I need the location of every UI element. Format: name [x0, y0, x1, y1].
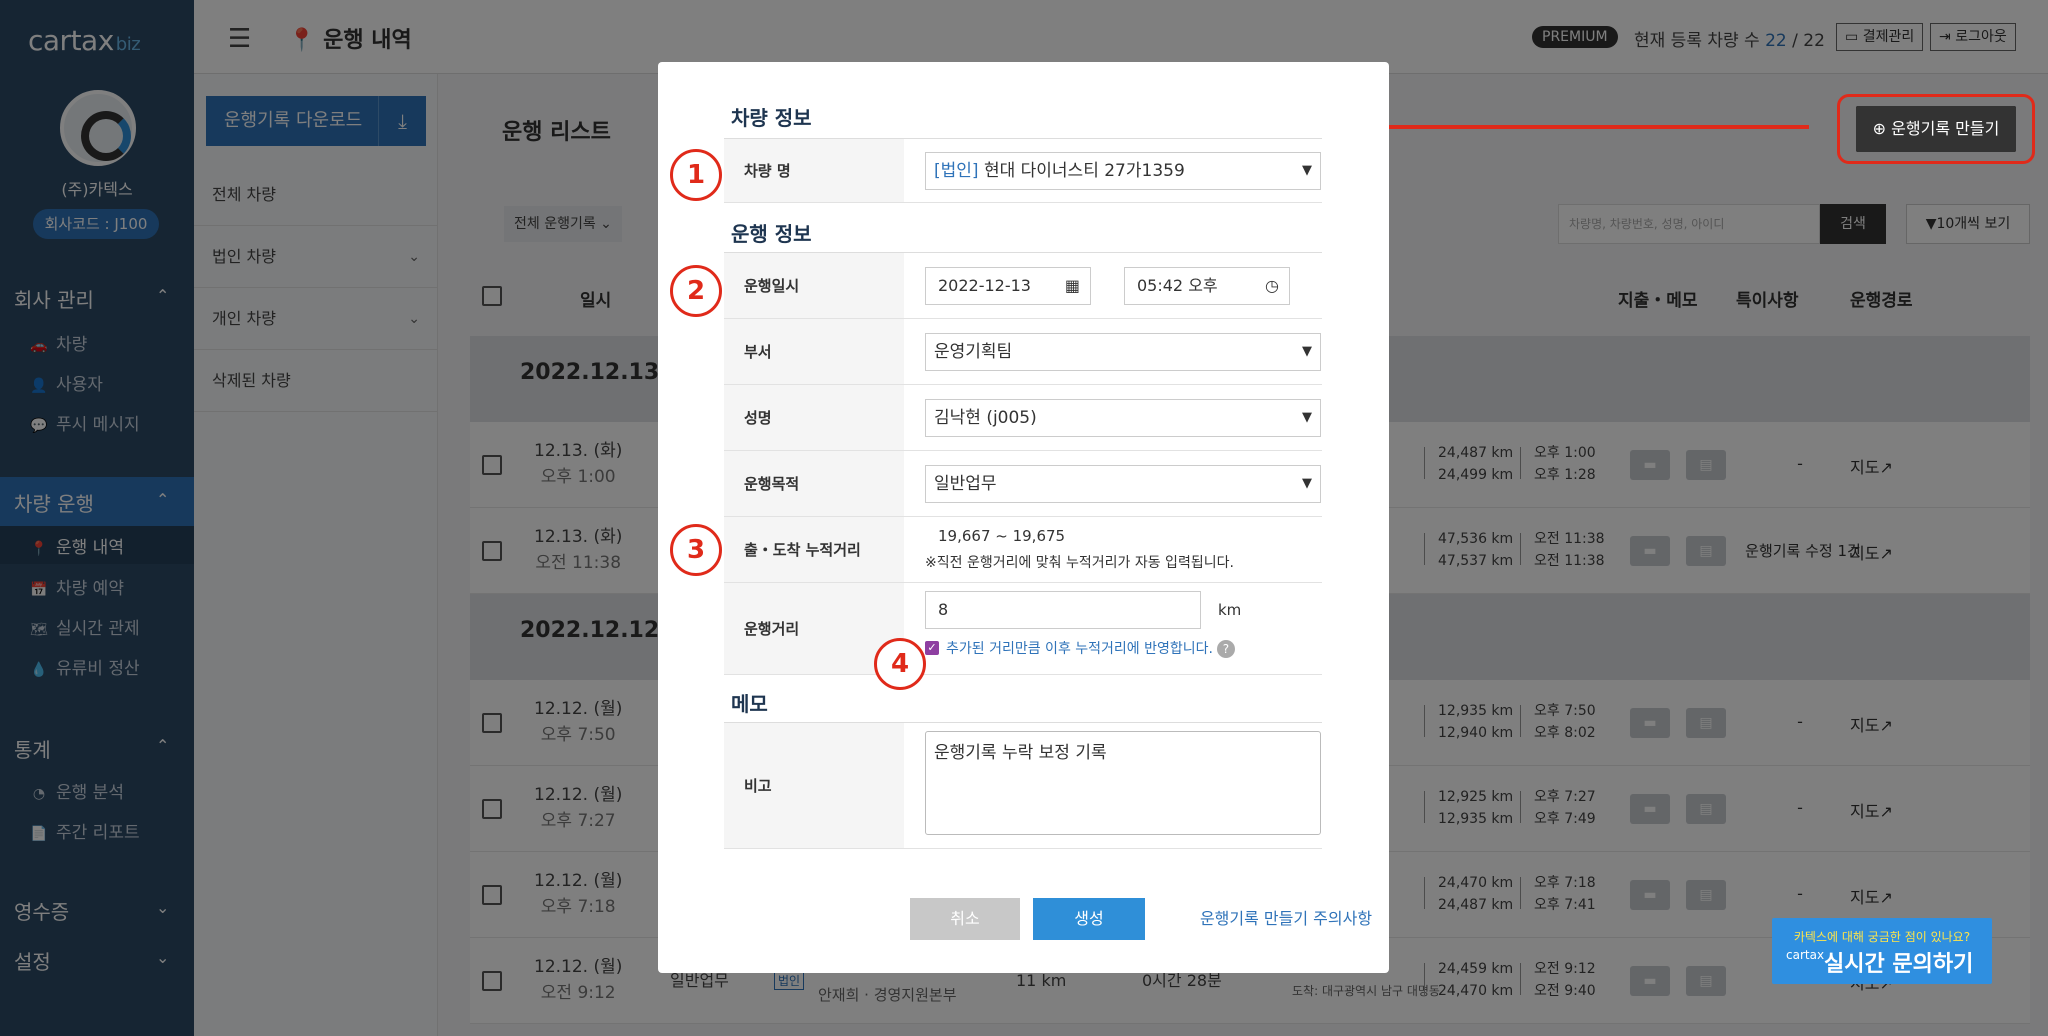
- chat-question: 카텍스에 대해 궁금한 점이 있나요?: [1793, 930, 1971, 944]
- annotation-1: 1: [670, 149, 722, 201]
- odometer-label: 출・도착 누적거리: [724, 517, 904, 582]
- calendar-icon: ▦: [1064, 276, 1080, 295]
- time-input[interactable]: 05:42 오후 ◷: [1124, 267, 1290, 305]
- cancel-button[interactable]: 취소: [910, 898, 1020, 940]
- drive-info-table: 운행일시 2022-12-13 ▦ 05:42 오후 ◷ 부서 운영기획팀 ▼ 성명 …: [724, 252, 1322, 675]
- distance-input[interactable]: 8: [925, 591, 1201, 629]
- annotation-4: 4: [874, 638, 926, 690]
- name-label: 성명: [724, 385, 904, 450]
- annotation-arrow: [1373, 125, 1809, 129]
- vehicle-info-table: 차량 명 [법인] 현대 다이너스티 27가1359 ▼: [724, 138, 1322, 203]
- caret-down-icon: ▼: [1302, 476, 1312, 491]
- notice-link[interactable]: 운행기록 만들기 주의사항: [1196, 898, 1376, 940]
- section-vehicle-info: 차량 정보: [731, 106, 812, 130]
- vehicle-label: 차량 명: [724, 139, 904, 202]
- chat-logo: cartax: [1786, 948, 1825, 962]
- reflect-distance-note: 추가된 거리만큼 이후 누적거리에 반영합니다.?: [946, 638, 1235, 658]
- section-drive-info: 운행 정보: [731, 222, 812, 246]
- purpose-label: 운행목적: [724, 451, 904, 516]
- chat-label: 실시간 문의하기: [1824, 952, 1974, 977]
- caret-down-icon: ▼: [1302, 163, 1312, 178]
- form-row-memo: 비고 운행기록 누락 보정 기록: [724, 723, 1322, 849]
- annotation-2: 2: [670, 265, 722, 317]
- odometer-range: 19,667 ~ 19,675: [938, 527, 1066, 545]
- form-row-dept: 부서 운영기획팀 ▼: [724, 319, 1322, 385]
- memo-table: 비고 운행기록 누락 보정 기록: [724, 722, 1322, 849]
- datetime-label: 운행일시: [724, 253, 904, 318]
- form-row-distance: 운행거리 8 km ✓ 추가된 거리만큼 이후 누적거리에 반영합니다.?: [724, 583, 1322, 675]
- help-icon[interactable]: ?: [1216, 640, 1235, 658]
- form-row-odometer: 출・도착 누적거리 19,667 ~ 19,675 ※직전 운행거리에 맞춰 누…: [724, 517, 1322, 583]
- reflect-distance-checkbox[interactable]: ✓: [925, 641, 939, 655]
- vehicle-select[interactable]: [법인] 현대 다이너스티 27가1359 ▼: [925, 152, 1321, 190]
- plus-circle-icon: ⊕: [1872, 119, 1887, 138]
- dept-select[interactable]: 운영기획팀 ▼: [925, 333, 1321, 371]
- make-log-button-highlighted[interactable]: ⊕ 운행기록 만들기: [1856, 106, 2016, 152]
- memo-label: 비고: [724, 723, 904, 848]
- live-chat-widget[interactable]: 카텍스에 대해 궁금한 점이 있나요? cartax 실시간 문의하기: [1772, 918, 1992, 984]
- create-log-modal: 차량 정보 차량 명 [법인] 현대 다이너스티 27가1359 ▼ 운행 정보 …: [658, 62, 1389, 973]
- form-row-vehicle: 차량 명 [법인] 현대 다이너스티 27가1359 ▼: [724, 139, 1322, 203]
- distance-unit: km: [1218, 601, 1242, 619]
- purpose-select[interactable]: 일반업무 ▼: [925, 465, 1321, 503]
- memo-textarea[interactable]: 운행기록 누락 보정 기록: [925, 731, 1321, 835]
- form-row-name: 성명 김낙현 (j005) ▼: [724, 385, 1322, 451]
- form-row-datetime: 운행일시 2022-12-13 ▦ 05:42 오후 ◷: [724, 253, 1322, 319]
- dept-label: 부서: [724, 319, 904, 384]
- section-memo: 메모: [731, 692, 768, 716]
- odometer-note: ※직전 운행거리에 맞춰 누적거리가 자동 입력됩니다.: [925, 555, 1234, 571]
- form-row-purpose: 운행목적 일반업무 ▼: [724, 451, 1322, 517]
- caret-down-icon: ▼: [1302, 410, 1312, 425]
- clock-icon: ◷: [1265, 276, 1279, 295]
- create-button[interactable]: 생성: [1033, 898, 1145, 940]
- name-select[interactable]: 김낙현 (j005) ▼: [925, 399, 1321, 437]
- caret-down-icon: ▼: [1302, 344, 1312, 359]
- date-input[interactable]: 2022-12-13 ▦: [925, 267, 1091, 305]
- annotation-3: 3: [670, 524, 722, 576]
